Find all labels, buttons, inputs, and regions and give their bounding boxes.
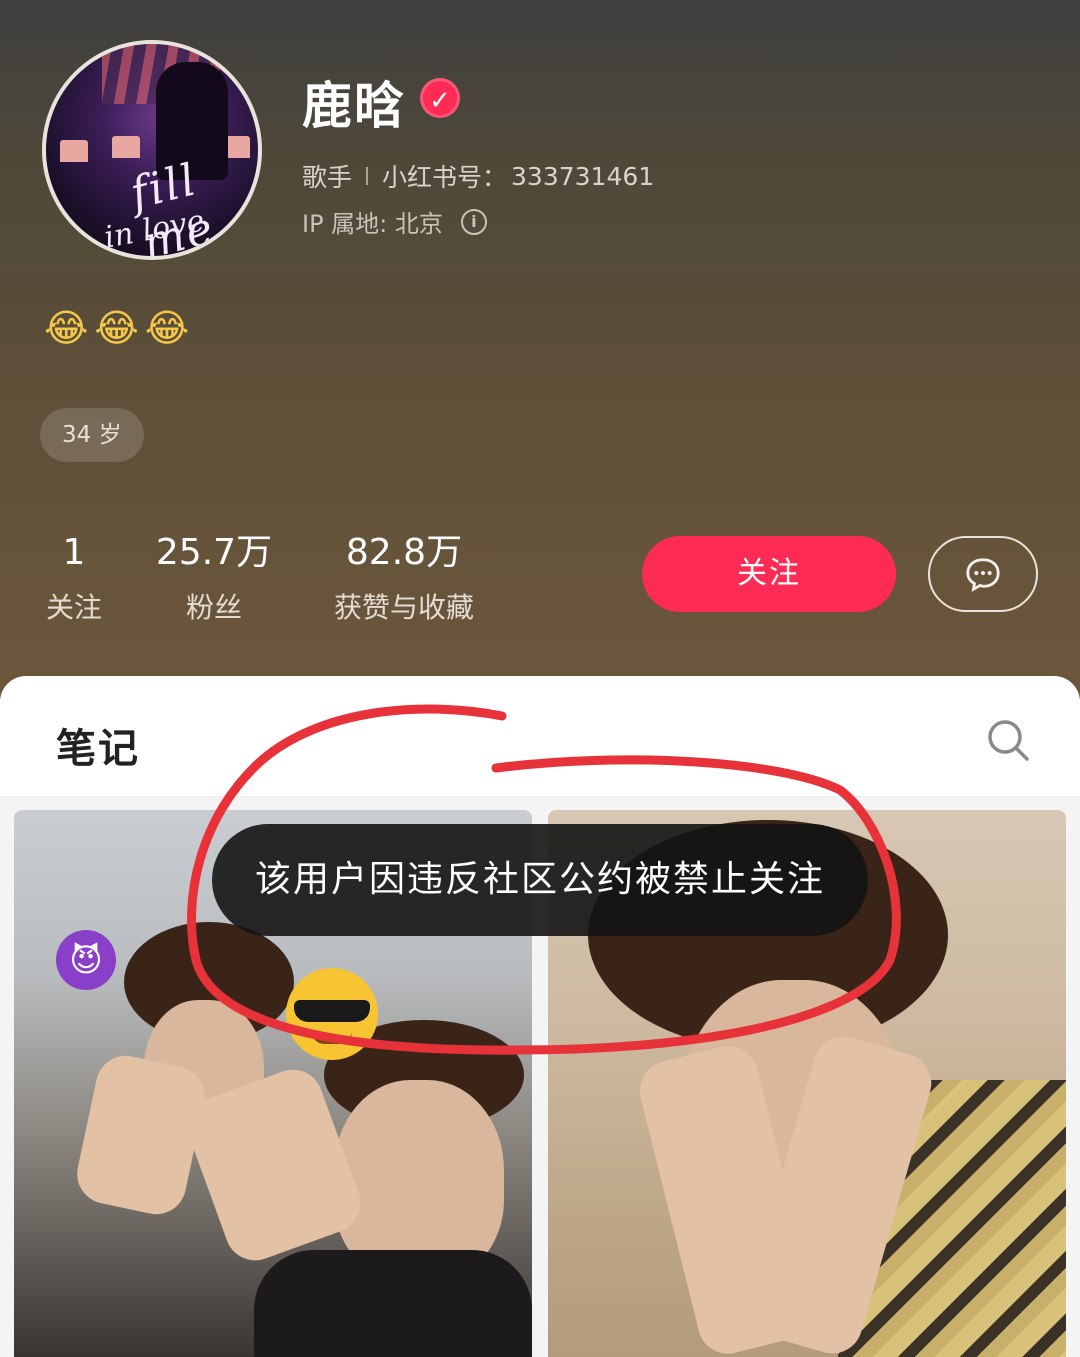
account-id-label: 小红书号： xyxy=(382,163,508,192)
stat-value: 1 xyxy=(62,532,86,573)
stat-label: 粉丝 xyxy=(185,591,242,624)
profile-meta: 歌手 小红书号： 333731461 xyxy=(302,158,654,194)
lamp-shape xyxy=(112,136,140,158)
content-sheet: 笔记 😈 xyxy=(0,676,1080,1357)
profile-header: fill me in love 鹿晗 ✓ 歌手 小红书号： 333731461 … xyxy=(0,0,1080,700)
photo-shape xyxy=(71,1050,211,1220)
toast-message: 该用户因违反社区公约被禁止关注 xyxy=(212,824,868,936)
info-icon[interactable]: i xyxy=(460,208,487,235)
photo-shape xyxy=(254,1250,532,1357)
profile-bio: 😂😂😂 xyxy=(44,306,196,350)
account-id-value[interactable]: 333731461 xyxy=(511,162,654,191)
follow-button[interactable]: 关注 xyxy=(642,536,896,612)
message-button[interactable] xyxy=(928,536,1038,612)
emoji-glasses xyxy=(294,1000,370,1022)
sunglasses-emoji-icon xyxy=(286,968,378,1060)
stat-value: 82.8万 xyxy=(345,532,463,573)
chat-bubble-icon xyxy=(966,558,1000,592)
tab-notes[interactable]: 笔记 xyxy=(56,716,140,774)
ip-location: IP 属地: 北京 i xyxy=(302,204,487,239)
occupation-text: 歌手 xyxy=(302,163,353,192)
ip-location-text: IP 属地: 北京 xyxy=(302,210,443,238)
stat-value: 25.7万 xyxy=(155,532,273,573)
emoji-smile xyxy=(312,1032,352,1044)
search-icon[interactable] xyxy=(984,716,1032,764)
stat-label: 获赞与收藏 xyxy=(333,591,474,624)
stat-label: 关注 xyxy=(45,591,102,624)
lamp-shape xyxy=(60,140,88,162)
meta-divider xyxy=(366,167,369,185)
devil-emoji-icon: 😈 xyxy=(56,930,116,990)
profile-name: 鹿晗 xyxy=(302,77,406,135)
verified-badge-icon: ✓ xyxy=(420,78,460,118)
age-tag: 34 岁 xyxy=(40,408,144,462)
stat-following[interactable]: 1 关注 xyxy=(40,532,108,626)
stat-followers[interactable]: 25.7万 粉丝 xyxy=(150,532,278,626)
stat-likes-collections[interactable]: 82.8万 获赞与收藏 xyxy=(318,532,490,626)
avatar[interactable]: fill me in love xyxy=(42,40,262,260)
